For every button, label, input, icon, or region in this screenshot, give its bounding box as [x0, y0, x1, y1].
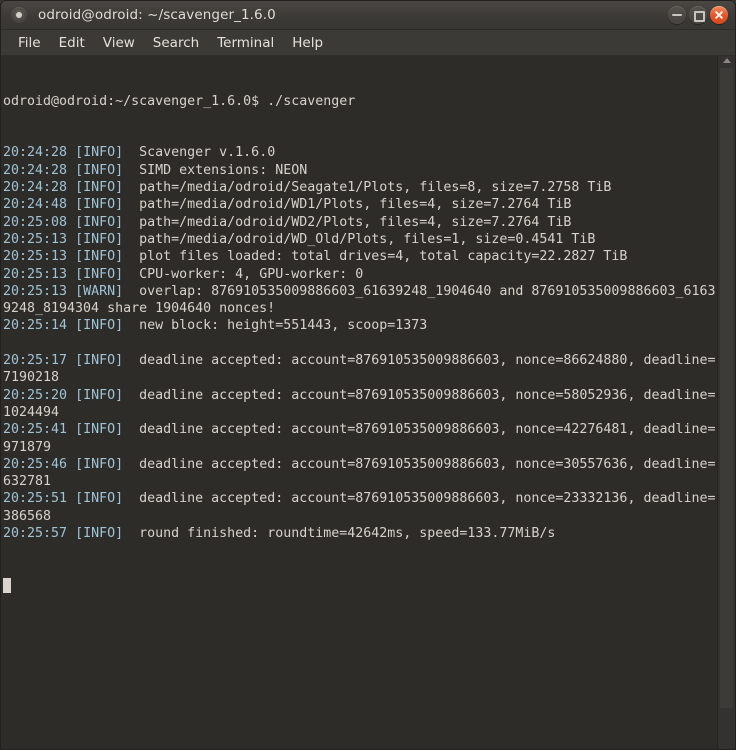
minimize-button[interactable] [668, 6, 686, 24]
terminal-log-line: 20:25:41 [INFO] deadline accepted: accou… [3, 421, 717, 456]
log-timestamp: 20:25:46 [3, 456, 76, 472]
terminal-icon [11, 7, 27, 23]
log-timestamp: 20:25:08 [3, 214, 76, 230]
log-timestamp: 20:25:17 [3, 353, 76, 369]
window-title: odroid@odroid: ~/scavenger_1.6.0 [38, 7, 276, 23]
minimize-icon [668, 6, 686, 24]
terminal-log-line: 20:25:08 [INFO] path=/media/odroid/WD2/P… [3, 214, 717, 231]
terminal-log-line: 20:25:46 [INFO] deadline accepted: accou… [3, 456, 717, 491]
log-timestamp: 20:25:57 [3, 526, 76, 542]
log-timestamp: 20:25:20 [3, 387, 76, 403]
log-timestamp: 20:24:28 [3, 162, 76, 178]
log-level: [INFO] [75, 353, 140, 369]
log-message: plot files loaded: total drives=4, total… [139, 249, 628, 265]
log-level: [INFO] [75, 526, 140, 542]
menu-item-file[interactable]: File [9, 33, 50, 53]
terminal-prompt-line: odroid@odroid:~/scavenger_1.6.0$ ./scave… [3, 93, 717, 110]
terminal-log-line: 20:25:13 [WARN] overlap: 876910535009886… [3, 283, 717, 318]
log-message: Scavenger v.1.6.0 [139, 145, 276, 161]
log-timestamp: 20:25:51 [3, 491, 76, 507]
log-timestamp: 20:24:28 [3, 180, 76, 196]
terminal-log-line: 20:25:20 [INFO] deadline accepted: accou… [3, 387, 717, 422]
terminal-log-line: 20:24:28 [INFO] SIMD extensions: NEON [3, 162, 717, 179]
terminal-log-line: 20:24:28 [INFO] path=/media/odroid/Seaga… [3, 179, 717, 196]
log-message: CPU-worker: 4, GPU-worker: 0 [139, 266, 364, 282]
maximize-button[interactable] [689, 6, 707, 24]
log-level: [INFO] [75, 491, 140, 507]
close-button[interactable] [710, 6, 728, 24]
log-timestamp: 20:24:48 [3, 197, 76, 213]
log-message: SIMD extensions: NEON [139, 162, 308, 178]
vertical-scrollbar[interactable] [717, 56, 735, 749]
log-level: [WARN] [75, 283, 140, 299]
log-level: [INFO] [75, 145, 140, 161]
menu-item-search[interactable]: Search [144, 33, 208, 53]
log-level: [INFO] [75, 231, 140, 247]
window-controls [668, 6, 728, 24]
terminal-cursor-line [3, 577, 717, 594]
terminal-log-line: 20:25:13 [INFO] plot files loaded: total… [3, 248, 717, 265]
menu-item-view[interactable]: View [94, 33, 144, 53]
log-timestamp: 20:25:13 [3, 283, 76, 299]
log-message: round finished: roundtime=42642ms, speed… [139, 526, 556, 542]
terminal-area: odroid@odroid:~/scavenger_1.6.0$ ./scave… [1, 56, 735, 749]
log-timestamp: 20:25:41 [3, 422, 76, 438]
menu-item-edit[interactable]: Edit [50, 33, 94, 53]
text-cursor [3, 577, 11, 593]
menu-item-help[interactable]: Help [283, 33, 332, 53]
scroll-up-arrow-icon[interactable] [722, 58, 731, 63]
log-message: path=/media/odroid/WD_Old/Plots, files=1… [139, 231, 596, 247]
terminal-log-line: 20:25:51 [INFO] deadline accepted: accou… [3, 490, 717, 525]
terminal-log-line [3, 335, 717, 352]
terminal-window: odroid@odroid: ~/scavenger_1.6.0 File Ed… [0, 0, 736, 750]
terminal-log-line: 20:25:17 [INFO] deadline accepted: accou… [3, 352, 717, 387]
log-level: [INFO] [75, 214, 140, 230]
log-level: [INFO] [75, 387, 140, 403]
log-level: [INFO] [75, 422, 140, 438]
title-bar[interactable]: odroid@odroid: ~/scavenger_1.6.0 [1, 1, 735, 30]
log-level: [INFO] [75, 266, 140, 282]
log-level: [INFO] [75, 197, 140, 213]
terminal-log-line: 20:24:28 [INFO] Scavenger v.1.6.0 [3, 144, 717, 161]
log-timestamp: 20:25:13 [3, 231, 76, 247]
log-timestamp: 20:25:13 [3, 249, 76, 265]
log-message: path=/media/odroid/WD1/Plots, files=4, s… [139, 197, 572, 213]
prompt-text: odroid@odroid:~/scavenger_1.6.0$ ./scave… [3, 93, 356, 109]
log-level: [INFO] [75, 180, 140, 196]
menu-bar: File Edit View Search Terminal Help [1, 30, 735, 56]
log-message: path=/media/odroid/WD2/Plots, files=4, s… [139, 214, 572, 230]
log-timestamp: 20:25:14 [3, 318, 76, 334]
log-timestamp: 20:24:28 [3, 145, 76, 161]
terminal-log-lines: 20:24:28 [INFO] Scavenger v.1.6.0 20:24:2… [3, 144, 717, 542]
terminal-log-line: 20:25:13 [INFO] path=/media/odroid/WD_Ol… [3, 231, 717, 248]
terminal-log-line: 20:25:57 [INFO] round finished: roundtim… [3, 525, 717, 542]
log-level: [INFO] [75, 162, 140, 178]
terminal-log-line: 20:25:14 [INFO] new block: height=551443… [3, 317, 717, 334]
scrollbar-thumb[interactable] [720, 68, 733, 708]
log-timestamp: 20:25:13 [3, 266, 76, 282]
terminal-output[interactable]: odroid@odroid:~/scavenger_1.6.0$ ./scave… [1, 56, 717, 749]
log-level: [INFO] [75, 456, 140, 472]
log-message: path=/media/odroid/Seagate1/Plots, files… [139, 180, 612, 196]
terminal-log-line: 20:24:48 [INFO] path=/media/odroid/WD1/P… [3, 196, 717, 213]
log-level: [INFO] [75, 249, 140, 265]
log-message: new block: height=551443, scoop=1373 [139, 318, 428, 334]
maximize-icon [689, 6, 707, 24]
menu-item-terminal[interactable]: Terminal [208, 33, 283, 53]
log-level: [INFO] [75, 318, 140, 334]
close-icon [710, 6, 728, 24]
terminal-log-line: 20:25:13 [INFO] CPU-worker: 4, GPU-worke… [3, 266, 717, 283]
